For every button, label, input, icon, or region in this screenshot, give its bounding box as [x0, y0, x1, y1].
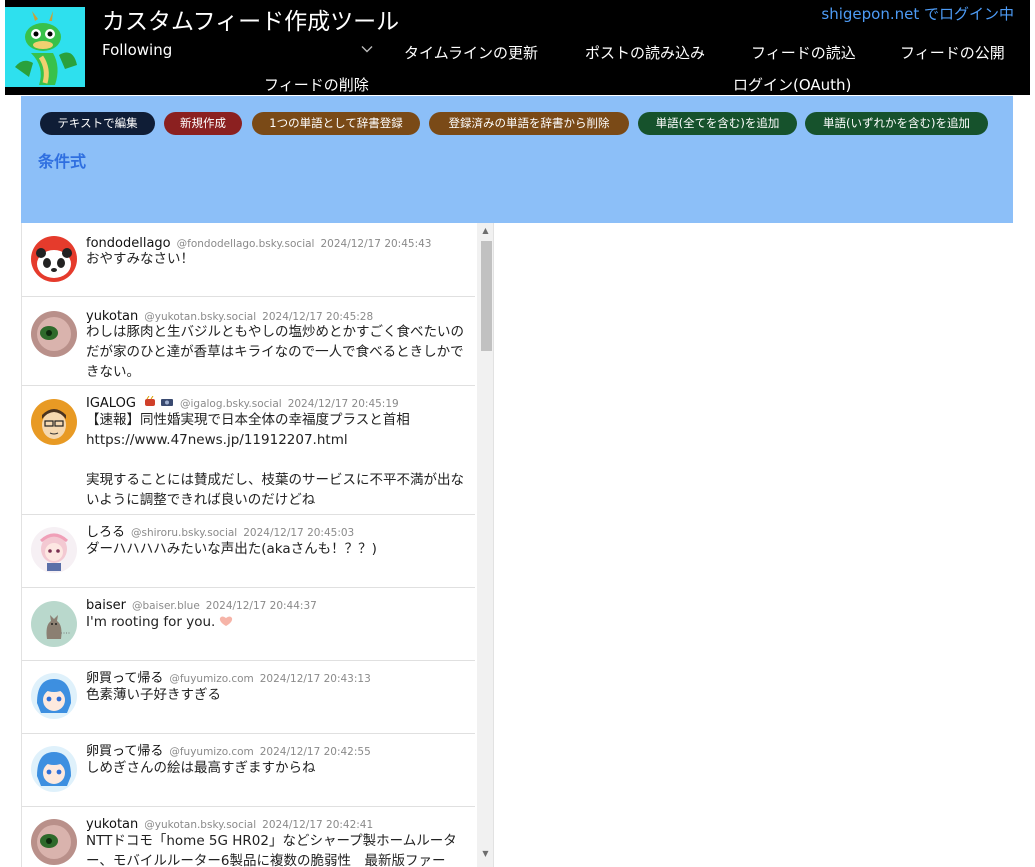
- blue-hair-girl-avatar-icon: [31, 673, 77, 719]
- post-body: おやすみなさい！: [86, 251, 194, 267]
- post-time: 2024/12/17 20:42:41: [262, 819, 374, 831]
- post-item[interactable]: fondodellago @fondodellago.bsky.social 202…: [22, 223, 475, 297]
- post-list-scrollbar[interactable]: ▲ ▼: [477, 223, 493, 867]
- post-item[interactable]: しろる @shiroru.bsky.social 2024/12/17 20:45:…: [22, 515, 475, 588]
- post-body: I'm rooting for you.: [86, 612, 471, 632]
- edit-as-text-button[interactable]: テキストで編集: [40, 112, 155, 135]
- chevron-down-icon: [361, 46, 373, 53]
- avatar[interactable]: [31, 819, 77, 865]
- post-meta: 卵買って帰る @fuyumizo.com 2024/12/17 20:43:13: [86, 667, 371, 686]
- condition-panel: テキストで編集 新規作成 1つの単語として辞書登録 登録済みの単語を辞書から削除…: [21, 96, 1013, 223]
- post-body: 【速報】同性婚実現で日本全体の幸福度プラスと首相 https://www.47n…: [86, 412, 464, 508]
- post-handle[interactable]: @baiser.blue: [132, 600, 200, 612]
- blue-hair-girl-avatar-icon: [31, 746, 77, 792]
- dragon-logo-icon: [5, 7, 85, 87]
- post-author[interactable]: IGALOG: [86, 396, 136, 411]
- app-logo-dragon[interactable]: [5, 7, 85, 87]
- post-meta: しろる @shiroru.bsky.social 2024/12/17 20:45:…: [86, 521, 354, 540]
- post-time: 2024/12/17 20:44:37: [205, 600, 317, 612]
- post-item[interactable]: yukotan @yukotan.bsky.social 2024/12/17 20…: [22, 297, 475, 386]
- avatar[interactable]: [31, 311, 77, 357]
- post-item[interactable]: baiser @baiser.blue 2024/12/17 20:44:37 I'…: [22, 588, 475, 661]
- avatar[interactable]: [31, 601, 77, 647]
- panda-avatar-icon: [31, 236, 77, 282]
- post-handle[interactable]: @fuyumizo.com: [169, 746, 253, 758]
- post-author[interactable]: yukotan: [86, 817, 138, 832]
- avatar[interactable]: [31, 236, 77, 282]
- anime-girl-avatar-icon: [31, 527, 77, 573]
- post-body: ダーハハハハみたいな声出た(akaさんも！？？): [86, 541, 377, 557]
- load-feed-button[interactable]: フィードの読込: [751, 42, 856, 63]
- scroll-up-icon[interactable]: ▲: [481, 226, 490, 235]
- new-condition-button[interactable]: 新規作成: [164, 112, 242, 135]
- login-status-link[interactable]: shigepon.net でログイン中: [821, 3, 1014, 24]
- post-handle[interactable]: @yukotan.bsky.social: [144, 819, 256, 831]
- scroll-down-icon[interactable]: ▼: [481, 849, 490, 858]
- post-item[interactable]: 卵買って帰る @fuyumizo.com 2024/12/17 20:42:55 し…: [22, 734, 475, 807]
- avatar[interactable]: [31, 746, 77, 792]
- app-title: カスタムフィード作成ツール: [102, 9, 400, 35]
- post-time: 2024/12/17 20:45:19: [287, 398, 399, 410]
- update-timeline-button[interactable]: タイムラインの更新: [404, 42, 538, 63]
- cat-avatar-icon: [31, 601, 77, 647]
- post-body: 色素薄い子好きすぎる: [86, 687, 221, 703]
- avatar[interactable]: [31, 399, 77, 445]
- scroll-thumb[interactable]: [481, 241, 492, 351]
- feed-select-value: Following: [102, 41, 173, 59]
- publish-feed-button[interactable]: フィードの公開: [900, 42, 1005, 63]
- post-item[interactable]: yukotan @yukotan.bsky.social 2024/12/17 20…: [22, 807, 475, 867]
- post-handle[interactable]: @fuyumizo.com: [169, 673, 253, 685]
- post-author[interactable]: baiser: [86, 598, 126, 613]
- post-meta: baiser @baiser.blue 2024/12/17 20:44:37: [86, 594, 317, 613]
- post-body: わしは豚肉と生バジルともやしの塩炒めとかすごく食べたいのだが家のひと達が香草はキ…: [86, 324, 464, 380]
- post-author[interactable]: 卵買って帰る: [86, 744, 163, 759]
- feed-select-dropdown[interactable]: Following: [102, 41, 374, 65]
- eye-avatar-icon: [31, 819, 77, 865]
- post-meta: yukotan @yukotan.bsky.social 2024/12/17 20…: [86, 813, 373, 832]
- heart-hands-emoji-icon: [220, 616, 233, 626]
- load-posts-button[interactable]: ポストの読み込み: [585, 42, 705, 63]
- post-meta: IGALOG @igalog.bsky.social 2024/12/17 20:…: [86, 392, 399, 412]
- post-body-text: I'm rooting for you.: [86, 614, 216, 630]
- post-time: 2024/12/17 20:42:55: [259, 746, 371, 758]
- cartoon-man-avatar-icon: [31, 399, 77, 445]
- app-header: カスタムフィード作成ツール shigepon.net でログイン中 Follow…: [5, 0, 1030, 95]
- register-word-button[interactable]: 1つの単語として辞書登録: [252, 112, 420, 135]
- login-oauth-button[interactable]: ログイン(OAuth): [733, 74, 851, 95]
- post-time: 2024/12/17 20:43:13: [259, 673, 371, 685]
- delete-feed-button[interactable]: フィードの削除: [264, 74, 369, 95]
- post-meta: 卵買って帰る @fuyumizo.com 2024/12/17 20:42:55: [86, 740, 371, 759]
- post-body: NTTドコモ「home 5G HR02」などシャープ製ホームルーター、モバイルル…: [86, 833, 457, 867]
- add-all-words-button[interactable]: 単語(全てを含む)を追加: [638, 112, 797, 135]
- condition-heading: 条件式: [38, 152, 87, 171]
- post-handle[interactable]: @shiroru.bsky.social: [131, 527, 237, 539]
- post-author[interactable]: 卵買って帰る: [86, 671, 163, 686]
- post-item[interactable]: 卵買って帰る @fuyumizo.com 2024/12/17 20:43:13 色…: [22, 661, 475, 734]
- post-handle[interactable]: @igalog.bsky.social: [180, 398, 282, 410]
- avatar[interactable]: [31, 673, 77, 719]
- eye-avatar-icon: [31, 311, 77, 357]
- post-author[interactable]: しろる: [86, 525, 125, 540]
- post-time: 2024/12/17 20:45:03: [243, 527, 355, 539]
- avatar[interactable]: [31, 527, 77, 573]
- ramen-camera-emoji-icon: [144, 395, 173, 406]
- add-any-words-button[interactable]: 単語(いずれかを含む)を追加: [805, 112, 988, 135]
- post-body: しめぎさんの絵は最高すぎますからね: [86, 760, 316, 776]
- post-item[interactable]: IGALOG @igalog.bsky.social 2024/12/17 20:…: [22, 386, 475, 515]
- remove-word-button[interactable]: 登録済みの単語を辞書から削除: [429, 112, 629, 135]
- app-root: カスタムフィード作成ツール shigepon.net でログイン中 Follow…: [0, 0, 1035, 867]
- post-list[interactable]: fondodellago @fondodellago.bsky.social 202…: [21, 223, 494, 867]
